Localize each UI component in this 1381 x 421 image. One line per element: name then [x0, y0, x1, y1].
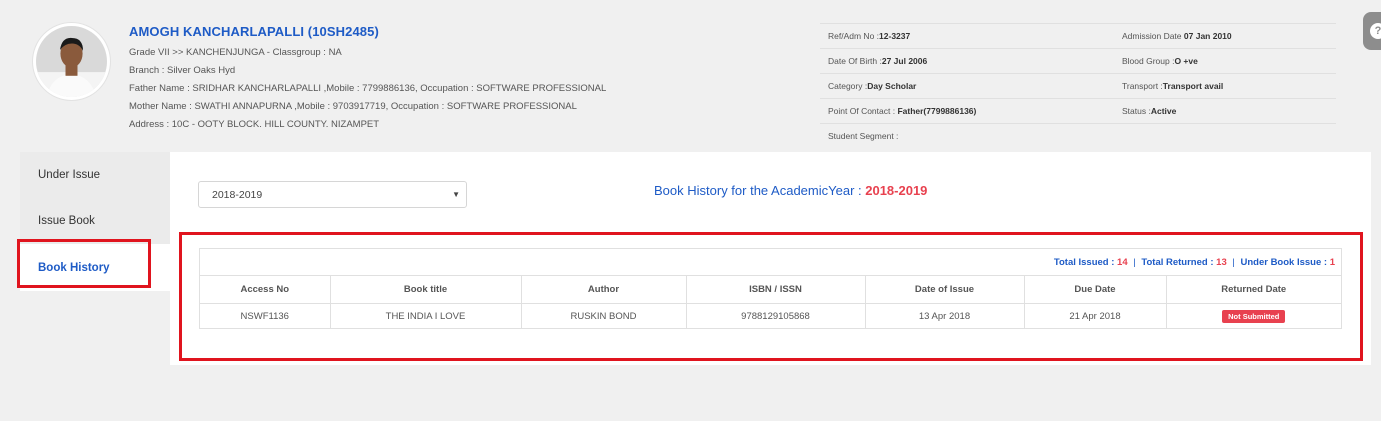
student-grade: Grade VII >> KANCHENJUNGA - Classgroup :… [129, 47, 342, 58]
category: Category :Day Scholar [828, 81, 917, 91]
address-info: Address : 10C - OOTY BLOCK. HILL COUNTY.… [129, 119, 380, 130]
status: Status :Active [1122, 106, 1177, 116]
student-segment: Student Segment : [828, 131, 899, 141]
caret-down-icon: ▼ [452, 190, 460, 199]
menu-item-under-issue[interactable]: Under Issue [20, 152, 170, 198]
blood-group: Blood Group :O +ve [1122, 56, 1198, 66]
mother-info: Mother Name : SWATHI ANNAPURNA ,Mobile :… [129, 101, 577, 112]
help-button[interactable]: ? [1363, 12, 1381, 50]
ref-adm-no: Ref/Adm No :12-3237 [828, 31, 911, 41]
highlight-box [17, 239, 151, 288]
father-info: Father Name : SRIDHAR KANCHARLAPALLI ,Mo… [129, 83, 607, 94]
selected-year: 2018-2019 [212, 188, 263, 201]
academic-year-select[interactable]: 2018-2019 ▼ [198, 181, 467, 208]
point-of-contact: Point Of Contact : Father(7799886136) [828, 106, 977, 116]
info-row: Date Of Birth :27 Jul 2006 Blood Group :… [820, 48, 1336, 73]
help-icon: ? [1370, 23, 1381, 39]
heading-year: 2018-2019 [865, 183, 928, 198]
info-row: Category :Day Scholar Transport :Transpo… [820, 73, 1336, 98]
info-row: Point Of Contact : Father(7799886136) St… [820, 98, 1336, 123]
student-info-grid: Ref/Adm No :12-3237 Admission Date 07 Ja… [820, 23, 1336, 148]
admission-date: Admission Date 07 Jan 2010 [1122, 31, 1232, 41]
transport: Transport :Transport avail [1122, 81, 1224, 91]
student-profile: AMOGH KANCHARLAPALLI (10SH2485) Grade VI… [129, 24, 606, 134]
highlight-box [179, 232, 1363, 361]
student-avatar [33, 23, 110, 100]
student-branch: Branch : Silver Oaks Hyd [129, 65, 236, 76]
page-title: Book History for the AcademicYear : 2018… [654, 183, 928, 198]
info-row: Student Segment : [820, 123, 1336, 148]
menu-item-issue-book[interactable]: Issue Book [20, 198, 170, 244]
date-of-birth: Date Of Birth :27 Jul 2006 [828, 56, 928, 66]
info-row: Ref/Adm No :12-3237 Admission Date 07 Ja… [820, 23, 1336, 48]
student-name: AMOGH KANCHARLAPALLI (10SH2485) [129, 24, 379, 39]
